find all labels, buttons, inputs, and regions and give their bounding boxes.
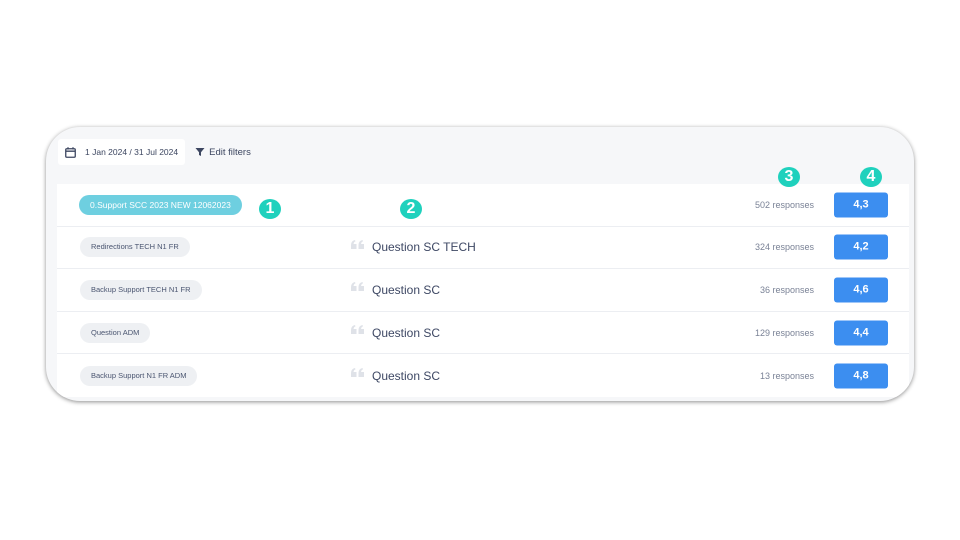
date-range-picker[interactable]: 1 Jan 2024 / 31 Jul 2024 (58, 139, 186, 165)
response-count: 502 responses (754, 199, 814, 210)
question-cell: Question SC (351, 282, 441, 297)
annotation-marker-4: 4 (860, 167, 882, 187)
response-count: 324 responses (754, 242, 814, 253)
calendar-icon (65, 146, 76, 158)
annotation-marker-1: 1 (259, 199, 281, 219)
question-text: Question SC (372, 325, 441, 340)
quote-icon (351, 325, 364, 335)
annotation-marker-3: 3 (778, 167, 800, 187)
annotation-marker-2: 2 (400, 199, 422, 219)
date-range-text: 1 Jan 2024 / 31 Jul 2024 (85, 147, 179, 157)
question-text: Question SC TECH (372, 240, 476, 255)
survey-tag[interactable]: Redirections TECH N1 FR (80, 237, 190, 258)
question-cell: Question SC TECH (351, 239, 476, 255)
table-row: Redirections TECH N1 FR Question SC TECH… (57, 227, 909, 270)
score-badge[interactable]: 4,8 (834, 363, 888, 389)
score-badge[interactable]: 4,4 (834, 320, 888, 346)
edit-filters-button[interactable]: Edit filters (195, 147, 251, 158)
survey-tag-active[interactable]: 0.Support SCC 2023 NEW 12062023 (79, 194, 242, 215)
score-badge[interactable]: 4,2 (834, 234, 888, 260)
survey-tag[interactable]: Question ADM (80, 322, 151, 343)
question-cell: Question SC (351, 325, 441, 340)
results-table: 0.Support SCC 2023 NEW 12062023 502 resp… (57, 184, 909, 397)
table-row: 0.Support SCC 2023 NEW 12062023 502 resp… (57, 184, 909, 227)
score-badge[interactable]: 4,3 (834, 192, 888, 218)
response-count: 13 responses (759, 370, 814, 381)
table-row: Backup Support TECH N1 FR Question SC 36… (57, 269, 909, 312)
quote-icon (351, 282, 364, 292)
quote-icon (351, 368, 364, 378)
quote-icon (351, 239, 364, 249)
edit-filters-label: Edit filters (209, 146, 251, 158)
funnel-icon (195, 148, 205, 156)
survey-tag[interactable]: Backup Support N1 FR ADM (80, 365, 198, 386)
filter-bar: 1 Jan 2024 / 31 Jul 2024 Edit filters (58, 139, 251, 165)
table-row: Backup Support N1 FR ADM Question SC 13 … (57, 354, 909, 397)
question-text: Question SC (372, 368, 441, 383)
response-count: 36 responses (759, 284, 814, 295)
question-cell: Question SC (351, 368, 441, 383)
table-row: Question ADM Question SC 129 responses 4… (57, 312, 909, 355)
score-badge[interactable]: 4,6 (834, 277, 888, 303)
survey-tag[interactable]: Backup Support TECH N1 FR (80, 279, 202, 300)
response-count: 129 responses (754, 327, 814, 338)
question-text: Question SC (372, 282, 441, 297)
